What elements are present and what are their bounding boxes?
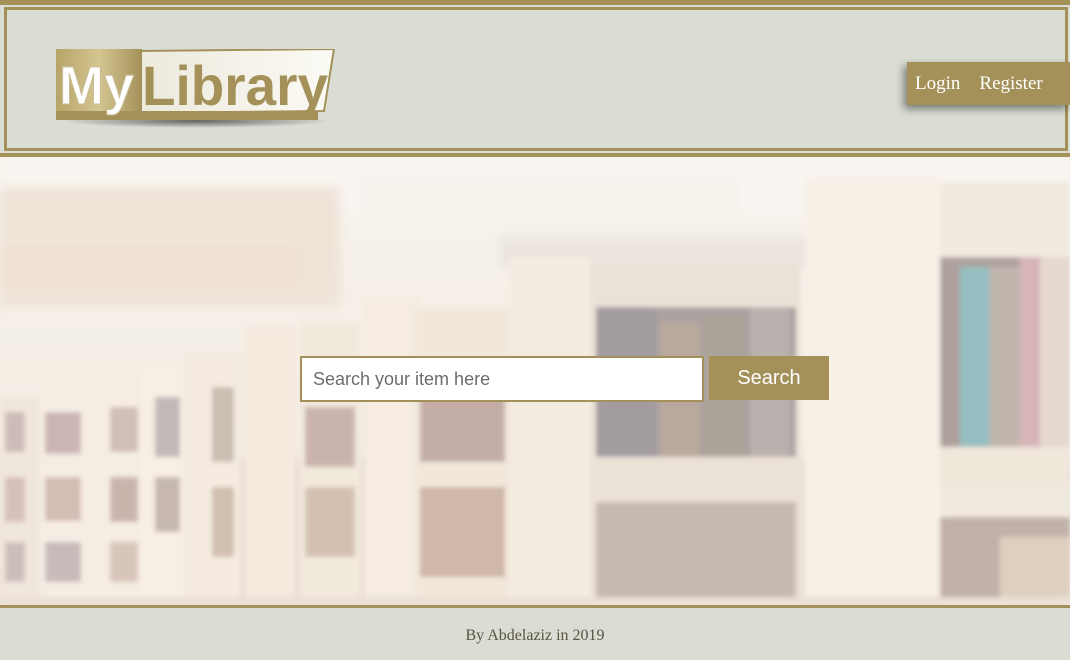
footer-credit: By Abdelaziz in 2019	[465, 627, 605, 644]
library-logo[interactable]: My Library	[56, 49, 336, 129]
search-bar: Search	[300, 356, 830, 402]
search-input[interactable]	[300, 356, 704, 402]
auth-nav: Login Register	[907, 62, 1070, 105]
site-header: My Library Login Register	[0, 0, 1070, 157]
logo-text-library: Library	[142, 54, 328, 117]
search-button[interactable]: Search	[709, 356, 829, 400]
login-link[interactable]: Login	[915, 73, 960, 95]
site-footer: By Abdelaziz in 2019	[0, 605, 1070, 660]
register-link[interactable]: Register	[979, 73, 1042, 95]
logo-text-my: My	[59, 56, 134, 116]
